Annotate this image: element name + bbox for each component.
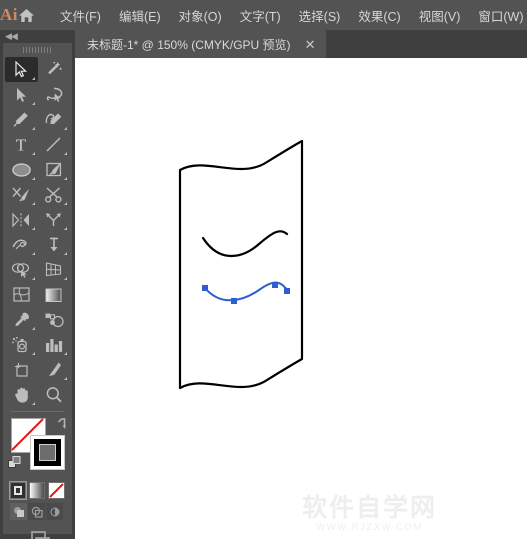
anchor-point	[231, 298, 237, 304]
wavy-flag-artwork[interactable]	[75, 58, 527, 539]
tool-flyout-indicator	[64, 202, 67, 205]
tool-flyout-indicator	[31, 102, 35, 105]
tool-width[interactable]	[5, 232, 38, 257]
tool-flyout-indicator	[31, 152, 35, 155]
tool-scale[interactable]	[38, 207, 71, 232]
draw-mode-behind[interactable]	[28, 503, 45, 520]
menu-item-window[interactable]: 窗口(W)	[469, 2, 527, 29]
tool-shaper[interactable]	[5, 182, 38, 207]
tool-flyout-indicator	[31, 202, 35, 205]
paint-mode-color[interactable]	[9, 481, 27, 500]
menu-item-type[interactable]: 文字(T)	[231, 2, 290, 29]
tool-flyout-indicator	[64, 252, 67, 255]
illustrator-window: Ai 文件(F) 编辑(E) 对象(O) 文字(T) 选择(S) 效果(C) 视…	[0, 0, 527, 539]
menu-bar: Ai 文件(F) 编辑(E) 对象(O) 文字(T) 选择(S) 效果(C) 视…	[0, 0, 527, 30]
tool-selection[interactable]	[5, 57, 38, 82]
tool-flyout-indicator	[64, 227, 67, 230]
tool-gradient[interactable]	[38, 282, 71, 307]
tool-flyout-indicator	[64, 277, 67, 280]
app-logo: Ai	[0, 5, 18, 24]
document-tab-label: 未标题-1* @ 150% (CMYK/GPU 预览)	[87, 37, 291, 52]
tool-flyout-indicator	[64, 352, 67, 355]
tool-direct-selection[interactable]	[5, 82, 38, 107]
tool-flyout-indicator	[64, 377, 67, 380]
tool-flyout-indicator	[64, 177, 67, 180]
tool-type[interactable]: T	[5, 132, 38, 157]
tool-scissors[interactable]	[38, 182, 71, 207]
tool-lasso[interactable]	[38, 82, 71, 107]
svg-text:T: T	[16, 136, 27, 153]
tool-flyout-indicator	[31, 352, 35, 355]
tool-perspective-grid[interactable]	[38, 257, 71, 282]
tool-shape-builder[interactable]	[5, 257, 38, 282]
tool-column-graph[interactable]	[38, 332, 71, 357]
tool-ellipse[interactable]	[5, 157, 38, 182]
tool-line-segment[interactable]	[38, 132, 71, 157]
stroke-swatch-hole	[39, 444, 56, 461]
canvas-area[interactable]: 软件自学网 WWW.RJZXW.COM	[75, 58, 527, 539]
tool-flyout-indicator	[31, 252, 35, 255]
paint-mode-gradient[interactable]	[29, 482, 45, 499]
tools-panel-header: ◀◀	[0, 30, 75, 43]
change-screen-mode[interactable]	[3, 529, 72, 539]
default-fill-stroke-icon[interactable]	[8, 456, 22, 470]
document-tab-bar: 未标题-1* @ 150% (CMYK/GPU 预览) ✕	[75, 30, 527, 58]
anchor-point	[272, 282, 278, 288]
tools-grid: T	[3, 57, 72, 407]
tools-panel-drag-grip[interactable]	[3, 43, 72, 57]
tool-eyedropper[interactable]	[5, 307, 38, 332]
wave-path-black	[201, 230, 289, 257]
tools-divider	[11, 411, 64, 412]
tool-mesh[interactable]	[5, 282, 38, 307]
paint-mode-none[interactable]	[48, 482, 65, 499]
menu-item-effect[interactable]: 效果(C)	[349, 2, 409, 29]
stroke-swatch[interactable]	[30, 435, 65, 470]
swap-fill-stroke-icon[interactable]	[52, 417, 66, 431]
draw-mode-normal[interactable]	[10, 503, 27, 520]
anchor-point	[284, 288, 290, 294]
menu-item-view[interactable]: 视图(V)	[410, 2, 470, 29]
tool-flyout-indicator	[64, 152, 67, 155]
tool-symbol-sprayer[interactable]	[5, 332, 38, 357]
collapse-panel-icon[interactable]: ◀◀	[5, 32, 18, 41]
tool-flyout-indicator	[64, 127, 67, 130]
paint-mode-row	[3, 480, 72, 500]
home-icon[interactable]	[18, 0, 35, 30]
menu-item-object[interactable]: 对象(O)	[170, 2, 231, 29]
menu-item-edit[interactable]: 编辑(E)	[110, 2, 170, 29]
tool-paintbrush[interactable]	[38, 157, 71, 182]
tool-flyout-indicator	[31, 227, 35, 230]
tool-flyout-indicator	[31, 277, 35, 280]
tool-flyout-indicator	[31, 177, 35, 180]
tools-panel-body: T	[3, 43, 72, 539]
tool-pen[interactable]	[5, 107, 38, 132]
tool-hand[interactable]	[5, 382, 38, 407]
tool-blend[interactable]	[38, 307, 71, 332]
close-icon[interactable]: ✕	[302, 38, 319, 51]
tool-artboard[interactable]	[5, 357, 38, 382]
anchor-point	[202, 285, 208, 291]
tool-flyout-indicator	[31, 402, 35, 405]
tool-flyout-indicator	[31, 327, 35, 330]
tool-free-transform[interactable]	[38, 232, 71, 257]
color-controls	[3, 416, 72, 478]
draw-mode-inside[interactable]	[46, 503, 63, 520]
flag-outline	[178, 139, 304, 390]
tool-magic-wand[interactable]	[38, 57, 71, 82]
tool-curvature[interactable]	[38, 107, 71, 132]
tool-flyout-indicator	[31, 127, 35, 130]
tool-slice[interactable]	[38, 357, 71, 382]
document-tab[interactable]: 未标题-1* @ 150% (CMYK/GPU 预览) ✕	[75, 30, 327, 58]
tool-zoom[interactable]	[38, 382, 71, 407]
tool-flyout-indicator	[31, 77, 35, 80]
menu-item-list: 文件(F) 编辑(E) 对象(O) 文字(T) 选择(S) 效果(C) 视图(V…	[51, 2, 527, 29]
tool-rotate[interactable]	[5, 207, 38, 232]
tools-panel: ◀◀ T	[0, 30, 75, 539]
draw-mode-row	[3, 499, 72, 520]
menu-item-file[interactable]: 文件(F)	[51, 2, 110, 29]
menu-item-select[interactable]: 选择(S)	[290, 2, 350, 29]
